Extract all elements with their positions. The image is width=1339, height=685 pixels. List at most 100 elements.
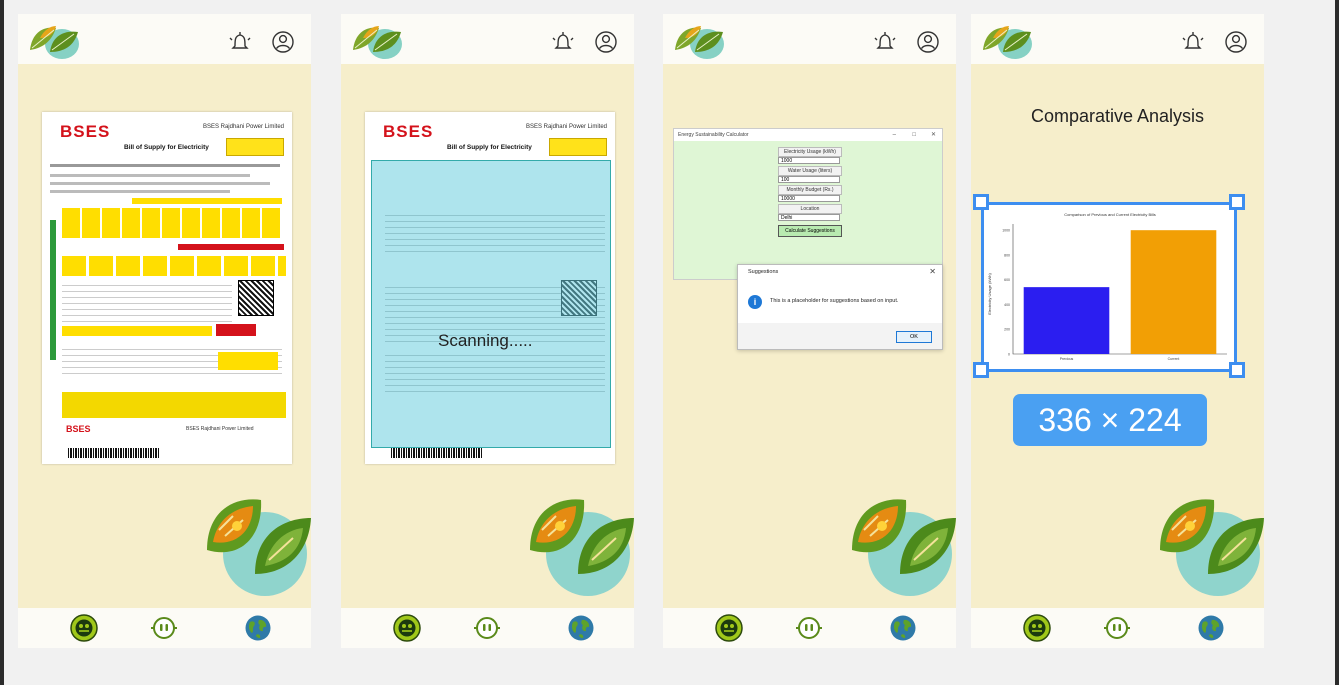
dialog-body: i This is a placeholder for suggestions …	[738, 279, 942, 323]
monthly-budget-label: Monthly Budget (Rs.)	[778, 185, 842, 195]
leaf-logo-icon[interactable]	[26, 20, 82, 60]
selection-frame[interactable]	[981, 202, 1237, 372]
bill-footer-company: BSES Rajdhani Power Limited	[186, 426, 254, 432]
scanning-status: Scanning.....	[438, 331, 533, 350]
resize-handle-top-left[interactable]	[973, 194, 989, 210]
resize-handle-top-right[interactable]	[1229, 194, 1245, 210]
app-header	[971, 14, 1264, 64]
scan-overlay: Scanning.....	[371, 160, 611, 448]
bill-table	[62, 256, 286, 276]
electricity-bill-image: BSES BSES Rajdhani Power Limited Bill of…	[365, 112, 615, 464]
location-input[interactable]: Delhi	[778, 214, 840, 221]
bill-notice	[62, 392, 286, 418]
bill-due-box	[226, 138, 284, 156]
nav-chatbot-icon[interactable]	[795, 614, 823, 642]
phone-screen-bill: BSES BSES Rajdhani Power Limited Bill of…	[18, 14, 311, 648]
dialog-message: This is a placeholder for suggestions ba…	[770, 298, 899, 304]
phone-screen-analysis: Comparative Analysis Comparison of Previ…	[971, 14, 1264, 648]
leaf-logo-icon[interactable]	[979, 20, 1035, 60]
bill-grid	[62, 282, 232, 322]
bill-row	[50, 182, 270, 185]
nav-home-icon[interactable]	[70, 614, 98, 642]
bill-brand: BSES	[383, 122, 434, 141]
suggestions-dialog: Suggestions ✕ i This is a placeholder fo…	[737, 264, 943, 350]
monthly-budget-input[interactable]: 10000	[778, 195, 840, 202]
right-frame-border	[1335, 0, 1339, 685]
nav-home-icon[interactable]	[1023, 614, 1051, 642]
notification-bell-icon[interactable]	[227, 28, 253, 54]
location-label: Location	[778, 204, 842, 214]
bill-row	[50, 164, 280, 167]
nav-globe-icon[interactable]	[567, 614, 595, 642]
bill-brand: BSES	[60, 122, 111, 141]
maximize-button[interactable]: □	[912, 129, 916, 141]
suggestions-dialog-title: Suggestions	[738, 265, 942, 279]
leaf-logo-icon[interactable]	[671, 20, 727, 60]
dimensions-badge: 336 × 224	[1013, 394, 1207, 446]
bill-company: BSES Rajdhani Power Limited	[202, 124, 284, 130]
minimize-button[interactable]: –	[893, 129, 896, 141]
bill-highlight	[218, 352, 278, 370]
electricity-usage-label: Electricity Usage (kWh)	[778, 147, 842, 157]
notification-bell-icon[interactable]	[550, 28, 576, 54]
resize-handle-bottom-right[interactable]	[1229, 362, 1245, 378]
bill-footer-brand: BSES	[66, 424, 91, 434]
left-frame-border	[0, 0, 4, 685]
water-usage-input[interactable]: 100	[778, 176, 840, 183]
close-button[interactable]: ✕	[931, 129, 936, 141]
calculator-window: Energy Sustainability Calculator – □ ✕ E…	[673, 128, 943, 280]
bill-highlight	[62, 326, 212, 336]
eco-leaf-illustration-icon	[848, 490, 956, 600]
dialog-ok-button[interactable]: OK	[896, 331, 932, 343]
bottom-nav	[18, 608, 311, 648]
bottom-nav	[971, 608, 1264, 648]
nav-home-icon[interactable]	[715, 614, 743, 642]
electricity-usage-input[interactable]: 1000	[778, 157, 840, 164]
bottom-nav	[663, 608, 956, 648]
nav-home-icon[interactable]	[393, 614, 421, 642]
bill-side-strip	[50, 220, 56, 360]
app-header	[18, 14, 311, 64]
bill-red-box	[216, 324, 256, 336]
dialog-close-icon[interactable]: ✕	[929, 265, 936, 279]
calculator-window-title: Energy Sustainability Calculator	[674, 129, 942, 141]
bill-title: Bill of Supply for Electricity	[124, 144, 209, 151]
comparative-analysis-title: Comparative Analysis	[1030, 106, 1205, 126]
bill-row	[50, 190, 230, 193]
phone-screen-scanning: BSES BSES Rajdhani Power Limited Bill of…	[341, 14, 634, 648]
nav-chatbot-icon[interactable]	[1103, 614, 1131, 642]
phone-screen-calculator: Energy Sustainability Calculator – □ ✕ E…	[663, 14, 956, 648]
bill-company: BSES Rajdhani Power Limited	[525, 124, 607, 130]
bill-title: Bill of Supply for Electricity	[447, 144, 532, 151]
eco-leaf-illustration-icon	[203, 490, 311, 600]
leaf-logo-icon[interactable]	[349, 20, 405, 60]
nav-globe-icon[interactable]	[889, 614, 917, 642]
nav-globe-icon[interactable]	[244, 614, 272, 642]
notification-bell-icon[interactable]	[872, 28, 898, 54]
bottom-nav	[341, 608, 634, 648]
bill-highlight	[132, 198, 282, 204]
profile-icon[interactable]	[594, 30, 618, 54]
barcode	[68, 448, 160, 458]
profile-icon[interactable]	[1224, 30, 1248, 54]
bill-row	[50, 174, 250, 177]
water-usage-label: Water Usage (liters)	[778, 166, 842, 176]
electricity-bill-image: BSES BSES Rajdhani Power Limited Bill of…	[42, 112, 292, 464]
profile-icon[interactable]	[916, 30, 940, 54]
profile-icon[interactable]	[271, 30, 295, 54]
app-header	[663, 14, 956, 64]
bill-due-box	[549, 138, 607, 156]
eco-leaf-illustration-icon	[1156, 490, 1264, 600]
app-header	[341, 14, 634, 64]
resize-handle-bottom-left[interactable]	[973, 362, 989, 378]
info-icon: i	[748, 295, 762, 309]
nav-globe-icon[interactable]	[1197, 614, 1225, 642]
bill-alert-bar	[178, 244, 284, 250]
nav-chatbot-icon[interactable]	[150, 614, 178, 642]
nav-chatbot-icon[interactable]	[473, 614, 501, 642]
notification-bell-icon[interactable]	[1180, 28, 1206, 54]
bill-table	[62, 208, 282, 238]
qr-code	[238, 280, 274, 316]
barcode	[391, 448, 483, 458]
calculate-suggestions-button[interactable]: Calculate Suggestions	[778, 225, 842, 237]
